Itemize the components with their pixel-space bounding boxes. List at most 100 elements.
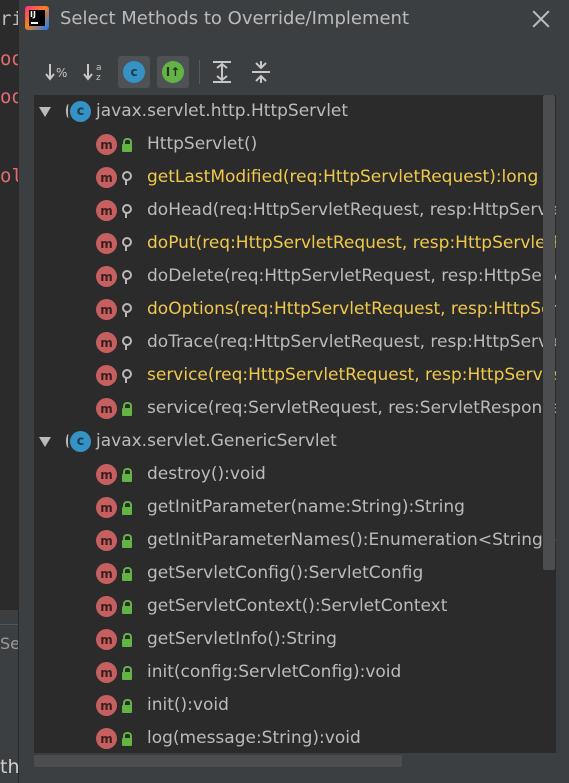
method-signature: service(req:ServletRequest, res:ServletR… [147, 398, 556, 418]
divider [0, 624, 18, 625]
method-icon: m [96, 629, 117, 650]
protected-key-icon [120, 171, 132, 185]
expand-arrow-icon[interactable] [39, 107, 51, 117]
class-icon: c [66, 431, 91, 452]
public-lock-icon [120, 138, 132, 152]
class-name-label: javax.servlet.GenericServlet [96, 431, 337, 451]
sort-by-visibility-button[interactable]: % [41, 56, 73, 88]
method-signature: destroy():void [147, 464, 266, 484]
svg-text:a: a [96, 63, 102, 73]
method-icon: m [96, 464, 117, 485]
method-icon: m [96, 398, 117, 419]
class-icon: c [66, 101, 91, 122]
horizontal-scrollbar[interactable] [34, 755, 402, 767]
method-row[interactable]: m getInitParameterNames():Enumeration<Str… [34, 524, 556, 557]
public-lock-icon [120, 666, 132, 680]
method-row[interactable]: m getLastModified(req:HttpServletRequest)… [34, 161, 556, 194]
method-icon: m [96, 695, 117, 716]
method-icon: m [96, 365, 117, 386]
method-icon: m [96, 332, 117, 353]
method-icon: m [96, 233, 117, 254]
method-row[interactable]: m getServletContext():ServletContext [34, 590, 556, 623]
method-signature: doPut(req:HttpServletRequest, resp:HttpS… [147, 233, 556, 253]
method-row[interactable]: m doDelete(req:HttpServletRequest, resp:H… [34, 260, 556, 293]
method-row[interactable]: m init():void [34, 689, 556, 722]
method-icon: m [96, 662, 117, 683]
public-lock-icon [120, 600, 132, 614]
interface-up-icon: I↑ [162, 61, 184, 83]
class-name-label: javax.servlet.http.HttpServlet [96, 101, 349, 121]
collapse-all-button[interactable] [245, 56, 277, 88]
public-lock-icon [120, 699, 132, 713]
dialog-toolbar: % a z c I↑ [19, 52, 569, 92]
method-signature: HttpServlet() [147, 134, 258, 154]
protected-key-icon [120, 237, 132, 251]
public-lock-icon [120, 732, 132, 746]
method-row[interactable]: m destroy():void [34, 458, 556, 491]
method-signature: service(req:HttpServletRequest, resp:Htt… [147, 365, 556, 385]
method-row[interactable]: m getInitParameter(name:String):String [34, 491, 556, 524]
method-icon: m [96, 167, 117, 188]
method-icon: m [96, 200, 117, 221]
method-signature: getLastModified(req:HttpServletRequest):… [147, 167, 539, 187]
vertical-scrollbar[interactable] [543, 95, 555, 570]
method-row[interactable]: m getServletConfig():ServletConfig [34, 557, 556, 590]
method-signature: getInitParameter(name:String):String [147, 497, 465, 517]
method-icon: m [96, 530, 117, 551]
svg-text:%: % [56, 66, 67, 80]
method-icon: m [96, 134, 117, 155]
method-row[interactable]: m getServletInfo():String [34, 623, 556, 656]
tool-window-fragment: Se [0, 634, 20, 653]
close-icon[interactable] [529, 7, 553, 31]
method-icon: m [96, 266, 117, 287]
public-lock-icon [120, 402, 132, 416]
class-group-row[interactable]: c javax.servlet.GenericServlet [34, 425, 556, 458]
sort-alphabetically-button[interactable]: a z [79, 56, 111, 88]
method-icon: m [96, 563, 117, 584]
method-signature: doOptions(req:HttpServletRequest, resp:H… [147, 299, 556, 319]
method-signature: getServletContext():ServletContext [147, 596, 448, 616]
protected-key-icon [120, 369, 132, 383]
dialog-titlebar: IJ Select Methods to Override/Implement [19, 0, 569, 38]
toolbar-separator [199, 60, 200, 84]
method-row[interactable]: m service(req:HttpServletRequest, resp:Ht… [34, 359, 556, 392]
protected-key-icon [120, 204, 132, 218]
method-signature: doHead(req:HttpServletRequest, resp:Http… [147, 200, 556, 220]
method-row[interactable]: m doTrace(req:HttpServletRequest, resp:Ht… [34, 326, 556, 359]
method-signature: getServletConfig():ServletConfig [147, 563, 424, 583]
public-lock-icon [120, 501, 132, 515]
svg-text:z: z [96, 73, 101, 83]
show-classes-toggle[interactable]: c [118, 56, 150, 88]
method-row[interactable]: m service(req:ServletRequest, res:Servlet… [34, 392, 556, 425]
method-signature: init(config:ServletConfig):void [147, 662, 402, 682]
class-icon: c [123, 61, 145, 83]
class-group-row[interactable]: c javax.servlet.http.HttpServlet [34, 95, 556, 128]
method-row[interactable]: m doHead(req:HttpServletRequest, resp:Htt… [34, 194, 556, 227]
method-row[interactable]: m HttpServlet() [34, 128, 556, 161]
expand-all-button[interactable] [206, 56, 238, 88]
method-signature: doDelete(req:HttpServletRequest, resp:Ht… [147, 266, 556, 286]
method-icon: m [96, 728, 117, 749]
method-row[interactable]: m log(message:String):void [34, 722, 556, 753]
method-row[interactable]: m doPut(req:HttpServletRequest, resp:Http… [34, 227, 556, 260]
dialog-title: Select Methods to Override/Implement [60, 8, 410, 29]
methods-tree[interactable]: c javax.servlet.http.HttpServlet m HttpServ… [34, 95, 556, 753]
bottom-fragment: th [0, 756, 20, 778]
method-row[interactable]: m doOptions(req:HttpServletRequest, resp:… [34, 293, 556, 326]
method-signature: init():void [147, 695, 229, 715]
show-interfaces-toggle[interactable]: I↑ [157, 56, 189, 88]
method-icon: m [96, 596, 117, 617]
method-icon: m [96, 299, 117, 320]
method-signature: doTrace(req:HttpServletRequest, resp:Htt… [147, 332, 556, 352]
expand-arrow-icon[interactable] [39, 437, 51, 447]
override-methods-dialog: IJ Select Methods to Override/Implement … [18, 0, 569, 783]
protected-key-icon [120, 303, 132, 317]
method-row[interactable]: m init(config:ServletConfig):void [34, 656, 556, 689]
public-lock-icon [120, 567, 132, 581]
protected-key-icon [120, 336, 132, 350]
method-signature: getServletInfo():String [147, 629, 337, 649]
public-lock-icon [120, 534, 132, 548]
public-lock-icon [120, 633, 132, 647]
public-lock-icon [120, 468, 132, 482]
method-signature: log(message:String):void [147, 728, 361, 748]
